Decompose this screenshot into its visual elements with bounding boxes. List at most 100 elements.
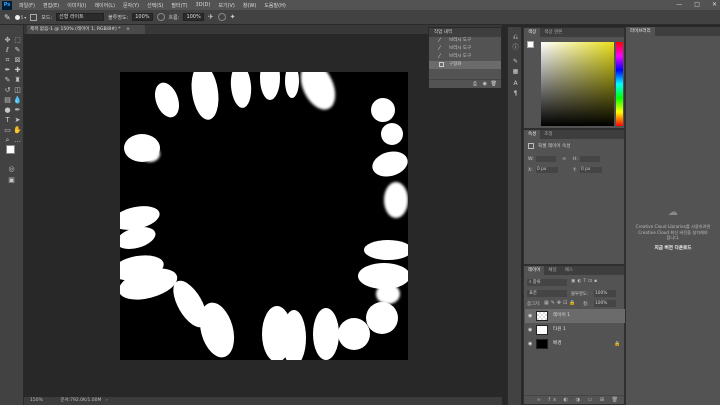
pressure-size-icon[interactable]	[217, 13, 226, 21]
character-panel-icon[interactable]: A	[511, 79, 520, 88]
menu-filter[interactable]: 필터(T)	[171, 2, 187, 9]
tab-color[interactable]: 색상	[524, 28, 541, 37]
brush-preset-picker[interactable]: 5 ▾	[14, 14, 26, 20]
quick-mask-icon[interactable]: ◎	[7, 165, 16, 174]
foreground-color-swatch[interactable]	[6, 145, 15, 154]
eraser-tool-icon[interactable]: ◫	[13, 86, 22, 95]
layer-filter-icons[interactable]: ▣◐T⊡▪	[571, 279, 599, 284]
brush-tool-icon[interactable]: ✎	[3, 76, 12, 85]
info-panel-icon[interactable]: ⓘ	[511, 43, 520, 52]
pressure-opacity-icon[interactable]	[156, 13, 165, 21]
pen-tool-icon[interactable]: ✒	[13, 106, 22, 115]
layer-row-background[interactable]: ◉ 배경 🔒	[525, 337, 625, 351]
quick-select-icon[interactable]: ✎	[13, 46, 22, 55]
menu-select[interactable]: 선택(S)	[147, 2, 163, 9]
hue-slider[interactable]	[616, 42, 623, 126]
eye-icon[interactable]: ◉	[528, 323, 532, 337]
brush-panel-icon[interactable]	[30, 13, 38, 21]
menu-help[interactable]: 도움말(H)	[264, 2, 285, 9]
crop-tool-icon[interactable]: ⌗	[3, 56, 12, 65]
snapshot-icon[interactable]: ⎙	[473, 81, 477, 87]
menu-type[interactable]: 문자(Y)	[123, 2, 139, 9]
history-item[interactable]: ⁄ 브러시 도구	[429, 45, 501, 53]
layer-filter-select[interactable]: ⌕ 종류	[527, 279, 567, 286]
maximize-button[interactable]: □	[694, 1, 700, 8]
tab-properties[interactable]: 속성	[524, 130, 541, 139]
link-icon[interactable]: ∞	[562, 156, 566, 162]
width-field[interactable]	[536, 156, 556, 162]
symmetry-icon[interactable]: ✦	[230, 13, 236, 21]
minimize-button[interactable]: —	[676, 1, 682, 8]
path-select-icon[interactable]: ➤	[13, 116, 22, 125]
hand-tool-icon[interactable]: ✋	[13, 126, 22, 135]
dodge-tool-icon[interactable]: ●	[3, 106, 12, 115]
brush-presets-icon[interactable]: ▦	[511, 67, 520, 76]
paragraph-panel-icon[interactable]: ¶	[511, 89, 520, 98]
layer-name[interactable]: 타원 1	[553, 323, 566, 337]
mode-select[interactable]: 선형 라이트	[56, 13, 105, 21]
menu-edit[interactable]: 편집(E)	[43, 2, 59, 9]
menu-layer[interactable]: 레이어(L)	[94, 2, 115, 9]
marquee-tool-icon[interactable]: ⬚	[13, 36, 22, 45]
download-version-link[interactable]: 지금 버전 다운로드	[630, 245, 716, 251]
layers-footer-icons[interactable]: ∞ fx ◐ ◑ ▭ ⊞ 🗑	[524, 395, 624, 404]
stamp-tool-icon[interactable]: ♜	[13, 76, 22, 85]
zoom-tool-icon[interactable]: ⌕	[3, 136, 12, 145]
fill-field[interactable]: 100%	[594, 300, 616, 307]
layer-name[interactable]: 레이어 1	[553, 309, 570, 323]
airbrush-icon[interactable]: ✈	[208, 13, 214, 21]
camera-icon[interactable]: ◉	[483, 81, 487, 87]
history-item[interactable]: ⁄ 브러시 도구	[429, 37, 501, 45]
fg-color-chip[interactable]	[527, 41, 534, 48]
brush-tool-icon[interactable]: ✎	[4, 13, 11, 22]
status-menu-arrow[interactable]: ›	[106, 398, 108, 403]
gradient-tool-icon[interactable]: ▤	[3, 96, 12, 105]
tab-libraries[interactable]: 라이브러리	[626, 27, 655, 36]
document-tab[interactable]: 제목 없음-1 @ 150% (레이어 1, RGB/8#) * ×	[27, 25, 145, 34]
x-field[interactable]: 0 px	[536, 167, 558, 173]
shape-tool-icon[interactable]: ▭	[3, 126, 12, 135]
tab-swatches[interactable]: 색상 견본	[540, 28, 566, 37]
history-panel-icon[interactable]: ⎌	[511, 33, 520, 42]
screen-mode-icon[interactable]: ▣	[7, 176, 16, 185]
tab-paths[interactable]: 패스	[561, 266, 577, 275]
tab-close-icon[interactable]: ×	[126, 27, 130, 32]
color-picker-field[interactable]	[541, 42, 614, 126]
height-field[interactable]	[580, 156, 600, 162]
close-button[interactable]: ✕	[712, 1, 717, 8]
tab-adjustments[interactable]: 조정	[540, 130, 556, 139]
flow-field[interactable]: 100%	[183, 13, 204, 21]
tab-channels[interactable]: 채널	[544, 266, 560, 275]
layer-row-layer1[interactable]: ◉ 레이어 1	[525, 309, 625, 323]
blur-tool-icon[interactable]: 💧	[13, 96, 22, 105]
blend-mode-select[interactable]: 표준	[527, 290, 567, 297]
layer-opacity-field[interactable]: 100%	[594, 290, 616, 297]
move-tool-icon[interactable]: ✥	[3, 36, 12, 45]
brush-settings-icon[interactable]: ✎	[511, 57, 520, 66]
eye-icon[interactable]: ◉	[528, 309, 532, 323]
more-tools-icon[interactable]: …	[13, 136, 22, 145]
menu-3d[interactable]: 3D(D)	[196, 2, 211, 8]
lock-icons[interactable]: ▦✎✥⊡🔒	[544, 300, 578, 306]
healing-brush-icon[interactable]: ✚	[13, 66, 22, 75]
layer-name[interactable]: 배경	[553, 337, 561, 351]
eyedropper-icon[interactable]: ✒	[3, 66, 12, 75]
trash-icon[interactable]: 🗑	[491, 81, 497, 87]
tab-layers[interactable]: 레이어	[524, 266, 545, 275]
menu-file[interactable]: 파일(F)	[19, 2, 35, 9]
menu-window[interactable]: 창(W)	[243, 2, 256, 9]
layer-row-ellipse1[interactable]: ◉ 타원 1	[525, 323, 625, 337]
opacity-field[interactable]: 100%	[132, 13, 153, 21]
menu-image[interactable]: 이미지(I)	[67, 2, 86, 9]
lasso-tool-icon[interactable]: ℓ	[3, 46, 12, 55]
history-item[interactable]: ⁄ 브러시 도구	[429, 53, 501, 61]
zoom-level[interactable]: 150%	[30, 398, 43, 403]
history-item[interactable]: 구형화	[429, 61, 501, 69]
document-canvas[interactable]	[112, 56, 412, 366]
y-field[interactable]: 0 px	[580, 167, 602, 173]
type-tool-icon[interactable]: T	[3, 116, 12, 125]
history-brush-icon[interactable]: ↺	[3, 86, 12, 95]
menu-view[interactable]: 보기(V)	[218, 2, 235, 9]
frame-tool-icon[interactable]: ⊠	[13, 56, 22, 65]
eye-icon[interactable]: ◉	[528, 337, 532, 351]
